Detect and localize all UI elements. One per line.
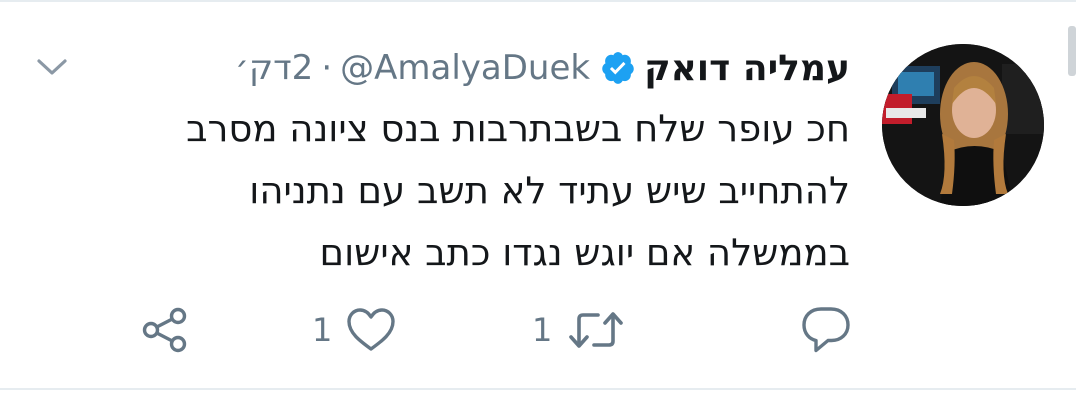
retweet-icon [568,309,624,351]
timestamp[interactable]: 2דק׳ [235,48,313,88]
reply-icon [800,305,852,355]
chevron-down-icon[interactable] [36,56,68,78]
tweet-text-line: בממשלה אם יוגש נגדו כתב אישום [319,231,850,274]
like-count: 1 [312,311,333,349]
retweet-button[interactable]: 1 [532,300,624,360]
tweet-text-line: להתחייב שיש עתיד לא תשב עם נתניהו [249,169,850,212]
user-handle[interactable]: @AmalyaDuek [340,48,590,88]
retweet-count: 1 [532,311,553,349]
verified-badge-icon [600,50,636,86]
tweet-text-line: חכ עופר שלח בשבתרבות בנס ציונה מסרב [186,107,850,150]
avatar-image [882,44,1044,206]
header-separator: · [321,48,333,88]
reply-button[interactable] [800,300,852,360]
tweet-header: עמליה דואק @AmalyaDuek · 2דק׳ [235,40,850,96]
avatar[interactable] [882,44,1044,206]
share-button[interactable] [140,300,190,360]
tweet-actions: 1 1 [0,300,1076,360]
heart-icon [346,307,396,353]
display-name[interactable]: עמליה דואק [644,48,850,89]
tweet[interactable]: עמליה דואק @AmalyaDuek · 2דק׳ חכ עופר של… [0,0,1076,388]
share-icon [140,305,190,355]
like-button[interactable]: 1 [312,300,396,360]
bottom-divider [0,388,1076,390]
tweet-text: חכ עופר שלח בשבתרבות בנס ציונה מסרב להתח… [30,98,850,284]
